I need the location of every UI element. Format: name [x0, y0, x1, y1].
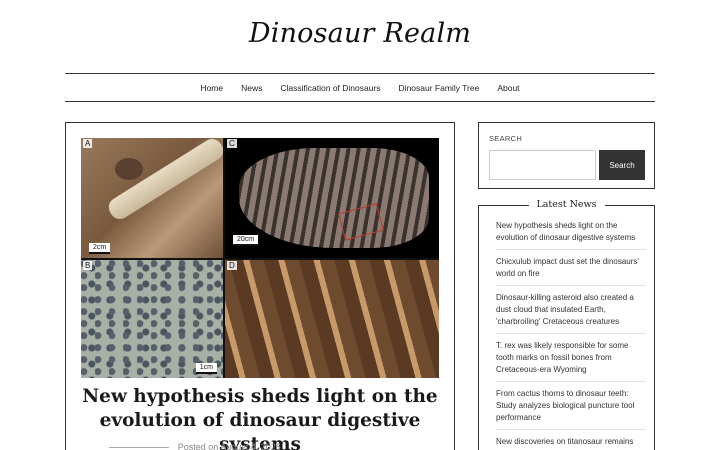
news-item[interactable]: Chicxulub impact dust set the dinosaurs'…: [496, 250, 646, 286]
search-input[interactable]: [489, 150, 596, 180]
news-item[interactable]: T. rex was likely responsible for some t…: [496, 334, 646, 382]
latest-news-heading: Latest News: [528, 199, 605, 210]
scale-bar-a: 2cm: [89, 243, 111, 254]
latest-news-list: New hypothesis sheds light on the evolut…: [496, 214, 646, 450]
scale-bar-c: 20cm: [233, 235, 259, 246]
nav-item-family-tree[interactable]: Dinosaur Family Tree: [399, 83, 480, 93]
search-widget: SEARCH Search: [478, 122, 655, 189]
meta-divider-left: [109, 447, 170, 449]
latest-news-widget: Latest News New hypothesis sheds light o…: [478, 199, 655, 450]
nav-item-classification[interactable]: Classification of Dinosaurs: [280, 83, 380, 93]
post-meta: Posted on August 4, 2026: [75, 442, 315, 450]
panel-label-c: C: [227, 139, 237, 148]
featured-post: A 2cm C 20cm B 1cm D New hypothesis shed…: [65, 122, 455, 450]
news-item[interactable]: New discoveries on titanosaur remains fr…: [496, 430, 646, 450]
post-title[interactable]: New hypothesis sheds light on the evolut…: [81, 385, 439, 450]
panel-label-d: D: [227, 261, 237, 270]
search-heading: SEARCH: [489, 134, 523, 143]
nav-item-about[interactable]: About: [497, 83, 519, 93]
image-panel-b: B 1cm: [81, 260, 223, 378]
search-button[interactable]: Search: [599, 150, 645, 180]
news-item[interactable]: New hypothesis sheds light on the evolut…: [496, 214, 646, 250]
post-date: Posted on August 4, 2026: [177, 442, 281, 450]
image-panel-d: D: [225, 260, 439, 378]
panel-label-a: A: [83, 139, 93, 148]
news-item[interactable]: Dinosaur-killing asteroid also created a…: [496, 286, 646, 334]
scale-bar-b: 1cm: [195, 363, 217, 374]
nav-item-home[interactable]: Home: [200, 83, 223, 93]
news-item[interactable]: From cactus thorns to dinosaur teeth: St…: [496, 382, 646, 430]
nav-item-news[interactable]: News: [241, 83, 262, 93]
image-panel-c: C 20cm: [225, 138, 439, 258]
fossil-tooth-plate-shape: [239, 148, 429, 248]
fossil-bone-shape: [105, 138, 223, 223]
site-title[interactable]: Dinosaur Realm: [0, 18, 720, 49]
post-image[interactable]: A 2cm C 20cm B 1cm D: [81, 138, 439, 378]
main-nav: Home News Classification of Dinosaurs Di…: [65, 73, 655, 102]
image-panel-a: A 2cm: [81, 138, 223, 258]
panel-label-b: B: [83, 261, 93, 270]
fossil-fragment-shape: [115, 158, 143, 180]
